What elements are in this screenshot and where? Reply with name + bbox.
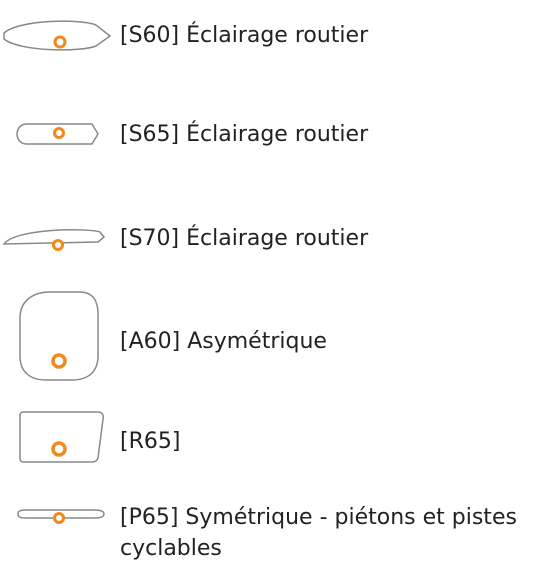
option-s70[interactable]: [S70] Éclairage routier: [0, 220, 548, 264]
option-s70-label: [S70] Éclairage routier: [120, 226, 369, 251]
option-a60[interactable]: [A60] Asymétrique: [0, 286, 548, 396]
light-distribution-p65-icon: [17, 509, 105, 524]
option-s60[interactable]: [S60] Éclairage routier: [0, 8, 548, 72]
light-distribution-r65-icon: [19, 411, 104, 463]
light-distribution-s65-icon: [16, 123, 99, 145]
option-p65-label: [P65] Symétrique - piétons et pistes cyc…: [120, 505, 517, 561]
option-a60-label: [A60] Asymétrique: [120, 329, 327, 354]
option-s65-label: [S65] Éclairage routier: [120, 122, 369, 147]
option-r65[interactable]: [R65]: [0, 411, 548, 476]
option-p65[interactable]: [P65] Symétrique - piétons et pistes cyc…: [0, 500, 548, 575]
option-r65-label: [R65]: [120, 429, 181, 454]
light-distribution-s60-icon: [3, 20, 112, 51]
light-distribution-s70-icon: [2, 229, 106, 251]
option-s60-label: [S60] Éclairage routier: [120, 23, 369, 48]
light-distribution-a60-icon: [19, 291, 99, 381]
option-s65[interactable]: [S65] Éclairage routier: [0, 116, 548, 156]
